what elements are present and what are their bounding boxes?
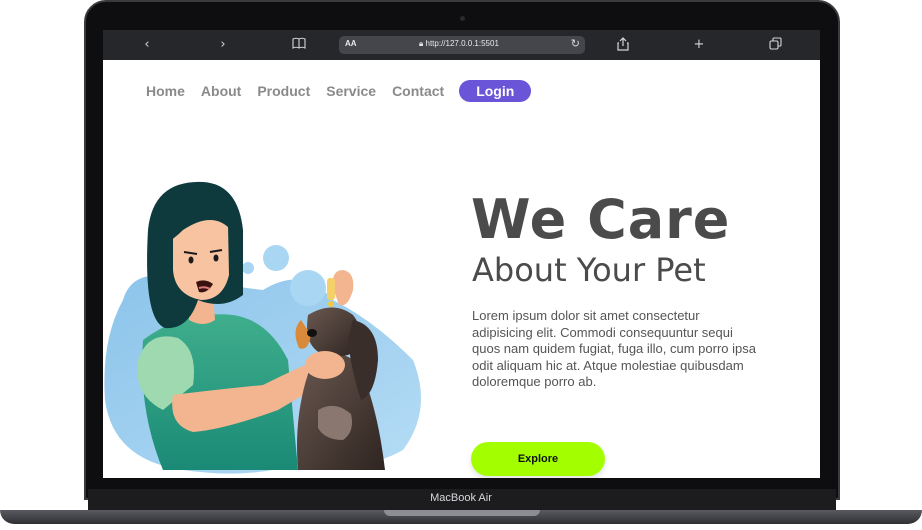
address-bar[interactable]: AA 🔒︎ http://127.0.0.1:5501 ↻ — [339, 36, 585, 54]
reload-icon[interactable]: ↻ — [571, 37, 580, 50]
tabs-icon[interactable] — [767, 37, 783, 53]
book-icon[interactable] — [291, 37, 307, 53]
nav-about[interactable]: About — [201, 83, 241, 99]
login-button[interactable]: Login — [459, 80, 532, 102]
nav-service[interactable]: Service — [326, 83, 376, 99]
explore-button[interactable]: Explore — [471, 442, 605, 476]
plus-icon[interactable]: + — [691, 37, 707, 53]
url-text: 🔒︎ http://127.0.0.1:5501 — [419, 39, 499, 49]
chevron-right-icon[interactable]: › — [215, 37, 231, 53]
hero-title: We Care — [471, 188, 731, 251]
nav-contact[interactable]: Contact — [392, 83, 444, 99]
laptop-notch — [384, 510, 540, 516]
browser-toolbar: ‹ › AA 🔒︎ http://127.0.0.1:5501 ↻ + — [103, 30, 820, 60]
hero-subtitle: About Your Pet — [472, 251, 706, 289]
nav-product[interactable]: Product — [257, 83, 310, 99]
site-nav: Home About Product Service Contact Login — [146, 79, 532, 103]
share-icon[interactable] — [615, 37, 631, 53]
laptop-mockup: ‹ › AA 🔒︎ http://127.0.0.1:5501 ↻ + Home… — [0, 0, 922, 530]
text-size-button[interactable]: AA — [345, 39, 357, 48]
vet-with-dog-illustration — [104, 181, 421, 474]
laptop-brand-label: MacBook Air — [430, 492, 492, 504]
browser-screen: ‹ › AA 🔒︎ http://127.0.0.1:5501 ↻ + Home… — [103, 30, 820, 478]
url-value: http://127.0.0.1:5501 — [425, 39, 499, 48]
camera — [460, 16, 465, 21]
nav-home[interactable]: Home — [146, 83, 185, 99]
chevron-left-icon[interactable]: ‹ — [139, 37, 155, 53]
lock-icon: 🔒︎ — [419, 39, 424, 48]
hero-paragraph: Lorem ipsum dolor sit amet consectetur a… — [472, 308, 756, 389]
